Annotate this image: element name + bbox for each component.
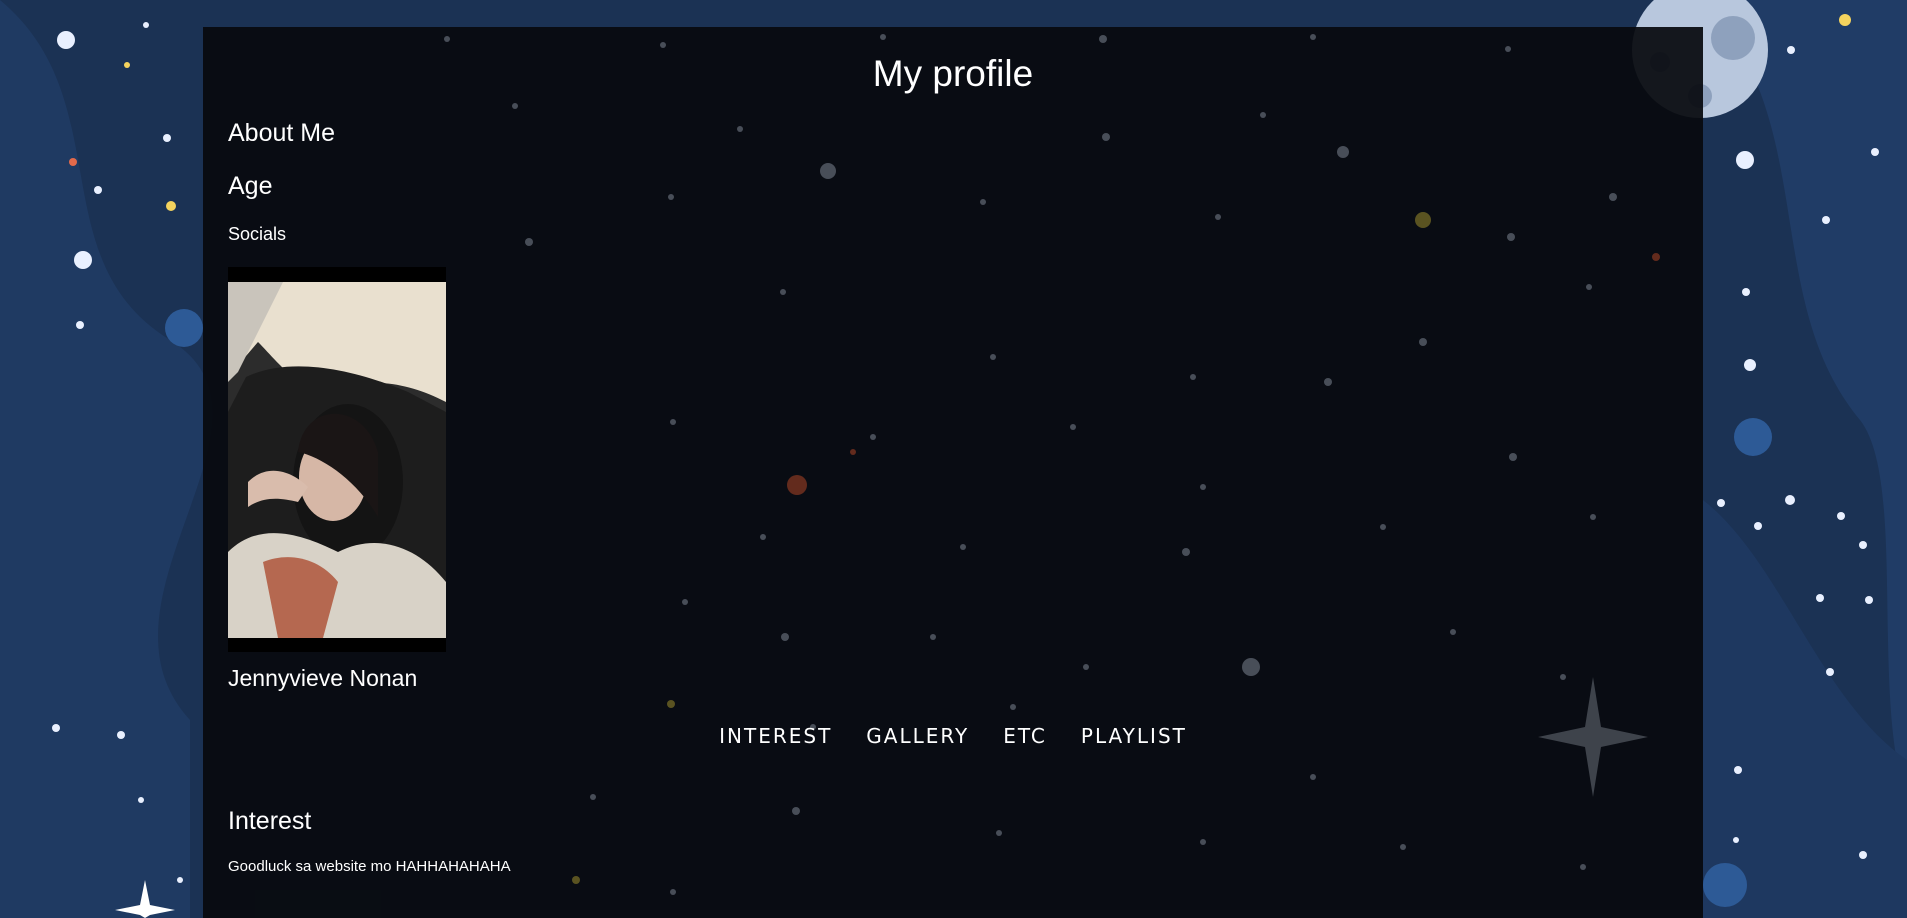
section-nav: INTEREST GALLERY ETC PLAYLIST xyxy=(203,724,1703,748)
interest-text: Goodluck sa website mo HAHHAHAHAHA xyxy=(228,858,511,875)
profile-photo xyxy=(228,282,446,638)
nav-link-interest[interactable]: INTEREST xyxy=(719,724,832,748)
page-title: My profile xyxy=(872,53,1034,94)
age-heading: Age xyxy=(228,172,273,200)
nav-link-gallery[interactable]: GALLERY xyxy=(866,724,969,748)
profile-photo-frame xyxy=(228,267,446,652)
interest-heading: Interest xyxy=(228,807,312,835)
socials-label: Socials xyxy=(228,224,287,244)
nav-link-etc[interactable]: ETC xyxy=(1003,724,1047,748)
nav-link-playlist[interactable]: PLAYLIST xyxy=(1081,724,1187,748)
profile-panel: My profile About Me Age Socials Jennyvie… xyxy=(203,27,1703,918)
about-me-heading: About Me xyxy=(228,119,336,147)
profile-name: Jennyvieve Nonan xyxy=(228,665,418,691)
